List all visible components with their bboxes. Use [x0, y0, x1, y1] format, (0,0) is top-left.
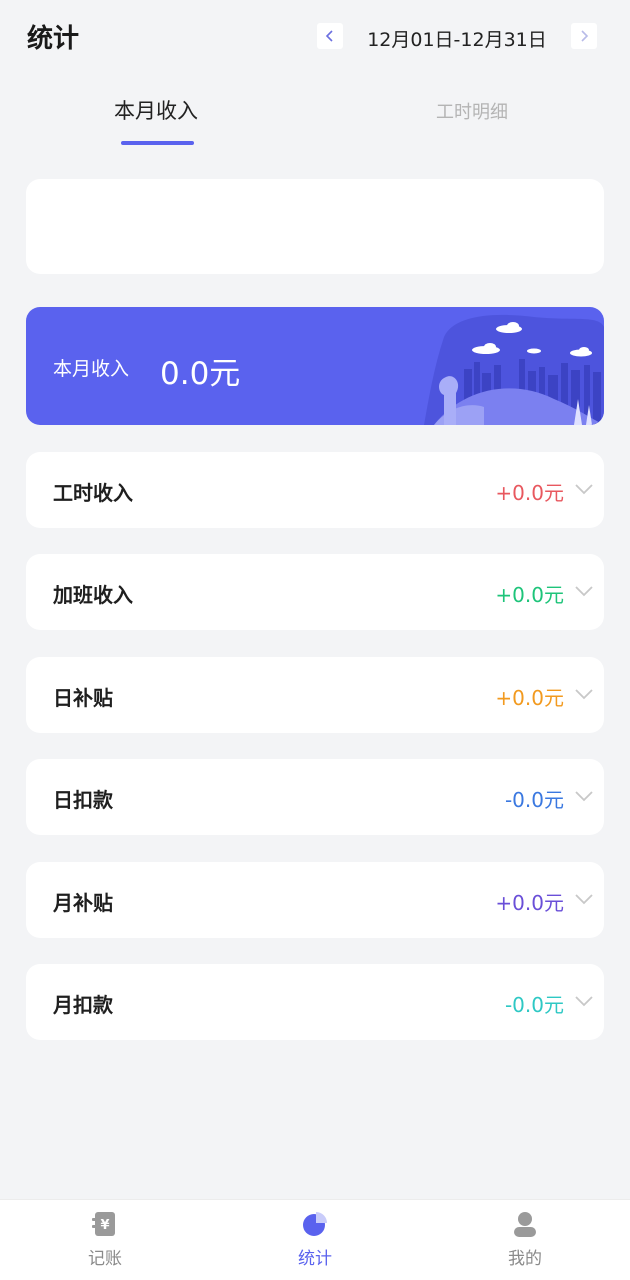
svg-text:¥: ¥	[100, 1218, 109, 1233]
row-monthly-deduction[interactable]: 月扣款 -0.0元	[26, 964, 604, 1040]
tab-monthly-income[interactable]: 本月收入	[114, 95, 198, 125]
nav-label: 记账	[88, 1249, 122, 1269]
row-daily-subsidy[interactable]: 日补贴 +0.0元	[26, 657, 604, 733]
row-label: 日扣款	[53, 788, 113, 812]
nav-item-ledger[interactable]: ¥ 记账	[65, 1210, 145, 1269]
chevron-down-icon	[575, 484, 593, 495]
chevron-down-icon	[575, 689, 593, 700]
chevron-down-icon	[575, 586, 593, 597]
row-overtime-income[interactable]: 加班收入 +0.0元	[26, 554, 604, 630]
row-label: 加班收入	[53, 583, 133, 607]
row-monthly-subsidy[interactable]: 月补贴 +0.0元	[26, 862, 604, 938]
page-title: 统计	[27, 24, 80, 54]
income-banner: 本月收入 0.0元	[26, 307, 604, 425]
chevron-left-icon	[325, 30, 333, 42]
nav-label: 我的	[508, 1249, 542, 1269]
chevron-down-icon	[575, 791, 593, 802]
next-month-button[interactable]	[571, 23, 597, 49]
row-value: +0.0元	[495, 481, 564, 505]
nav-label: 统计	[298, 1249, 332, 1269]
banner-amount: 0.0元	[160, 356, 241, 392]
row-value: +0.0元	[495, 686, 564, 710]
ledger-icon: ¥	[92, 1212, 115, 1236]
row-label: 日补贴	[53, 686, 113, 710]
bottom-nav: ¥ 记账 统计 我的	[0, 1199, 630, 1280]
row-value: -0.0元	[504, 788, 564, 812]
nav-item-profile[interactable]: 我的	[485, 1210, 565, 1269]
city-illustration	[424, 314, 604, 425]
prev-month-button[interactable]	[317, 23, 343, 49]
row-daily-deduction[interactable]: 日扣款 -0.0元	[26, 759, 604, 835]
tab-active-indicator	[121, 141, 194, 145]
header: 统计 12月01日-12月31日	[0, 0, 630, 74]
banner-label: 本月收入	[53, 358, 130, 380]
chevron-right-icon	[581, 30, 589, 42]
chevron-down-icon	[575, 996, 593, 1007]
row-work-hour-income[interactable]: 工时收入 +0.0元	[26, 452, 604, 528]
user-icon	[514, 1212, 536, 1237]
summary-card	[26, 179, 604, 274]
row-label: 月补贴	[53, 891, 113, 915]
row-value: +0.0元	[495, 583, 564, 607]
pie-chart-icon	[303, 1212, 327, 1236]
date-range[interactable]: 12月01日-12月31日	[352, 25, 562, 52]
tab-work-hours-detail[interactable]: 工时明细	[436, 98, 508, 124]
nav-item-statistics[interactable]: 统计	[275, 1210, 355, 1269]
row-label: 月扣款	[53, 993, 113, 1017]
chevron-down-icon	[575, 894, 593, 905]
row-value: -0.0元	[504, 993, 564, 1017]
row-value: +0.0元	[495, 891, 564, 915]
row-label: 工时收入	[53, 481, 133, 505]
